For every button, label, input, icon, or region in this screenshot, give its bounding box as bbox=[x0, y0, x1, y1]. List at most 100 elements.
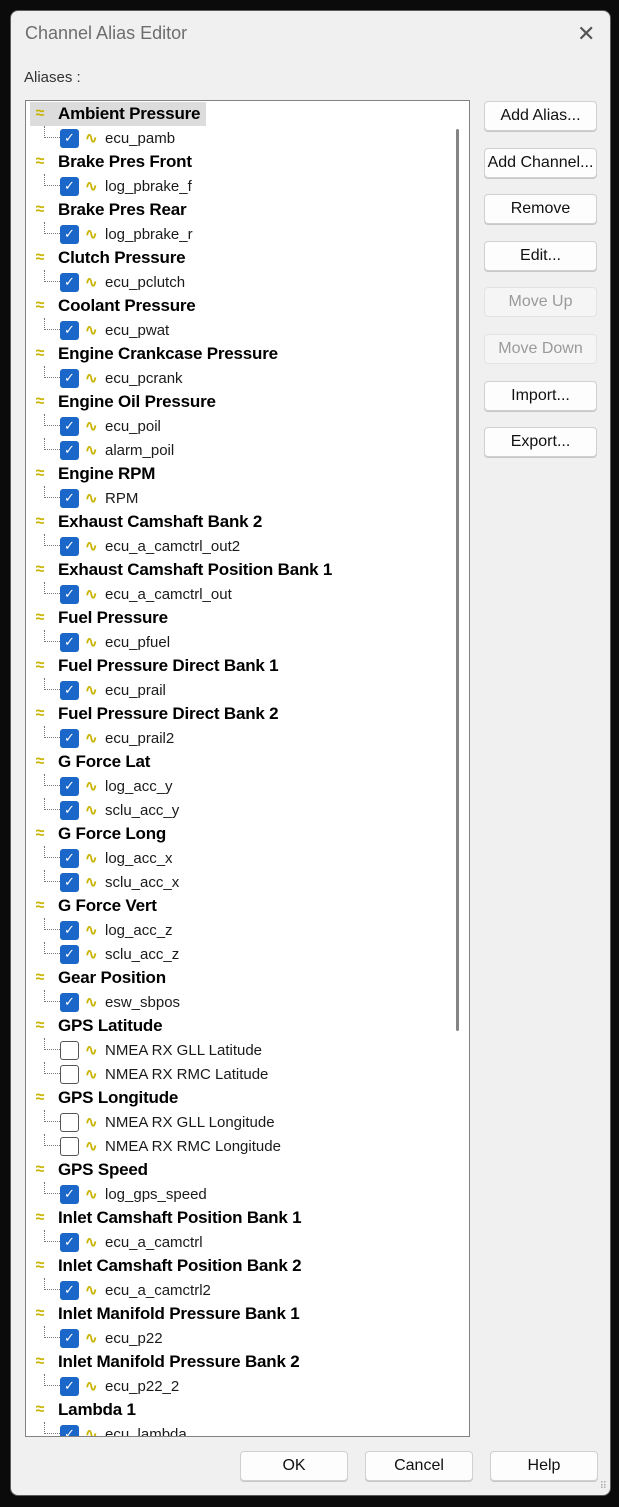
channel-checkbox[interactable]: ✓ bbox=[60, 1424, 79, 1436]
channel-checkbox[interactable]: ✓ bbox=[60, 680, 79, 700]
channel-checkbox[interactable]: ✓ bbox=[60, 320, 79, 340]
channel-item[interactable]: ✓ ∿ log_acc_x bbox=[44, 846, 173, 870]
alias-item[interactable]: ≈ Brake Pres Front bbox=[30, 150, 192, 174]
channel-item[interactable]: ✓ ∿ esw_sbpos bbox=[44, 990, 180, 1014]
channel-checkbox[interactable]: ✓ bbox=[60, 1328, 79, 1348]
channel-item[interactable]: ✓ ∿ log_pbrake_f bbox=[44, 174, 192, 198]
alias-item[interactable]: ≈ GPS Speed bbox=[30, 1158, 148, 1182]
channel-item[interactable]: ∿ NMEA RX RMC Longitude bbox=[44, 1134, 281, 1158]
alias-item[interactable]: ≈ Engine Oil Pressure bbox=[30, 390, 216, 414]
channel-item[interactable]: ∿ NMEA RX RMC Latitude bbox=[44, 1062, 268, 1086]
alias-item[interactable]: ≈ Inlet Manifold Pressure Bank 1 bbox=[30, 1302, 300, 1326]
channel-item[interactable]: ✓ ∿ ecu_pwat bbox=[44, 318, 169, 342]
alias-item[interactable]: ≈ Inlet Camshaft Position Bank 2 bbox=[30, 1254, 302, 1278]
channel-item[interactable]: ∿ NMEA RX GLL Latitude bbox=[44, 1038, 262, 1062]
channel-checkbox[interactable]: ✓ bbox=[60, 584, 79, 604]
channel-checkbox[interactable]: ✓ bbox=[60, 728, 79, 748]
channel-checkbox[interactable]: ✓ bbox=[60, 920, 79, 940]
channel-checkbox[interactable]: ✓ bbox=[60, 776, 79, 796]
channel-checkbox[interactable]: ✓ bbox=[60, 848, 79, 868]
alias-item[interactable]: ≈ GPS Longitude bbox=[30, 1086, 179, 1110]
alias-item[interactable]: ≈ Fuel Pressure Direct Bank 1 bbox=[30, 654, 279, 678]
channel-item[interactable]: ✓ ∿ RPM bbox=[44, 486, 138, 510]
alias-item[interactable]: ≈ Lambda 1 bbox=[30, 1398, 136, 1422]
alias-item[interactable]: ≈ Engine RPM bbox=[30, 462, 156, 486]
channel-checkbox[interactable]: ✓ bbox=[60, 176, 79, 196]
help-button[interactable]: Help bbox=[490, 1451, 598, 1481]
alias-item[interactable]: ≈ GPS Latitude bbox=[30, 1014, 163, 1038]
channel-item[interactable]: ✓ ∿ ecu_lambda bbox=[44, 1422, 187, 1436]
alias-item[interactable]: ≈ Gear Position bbox=[30, 966, 167, 990]
channel-checkbox[interactable] bbox=[60, 1064, 79, 1084]
channel-item[interactable]: ✓ ∿ log_pbrake_r bbox=[44, 222, 193, 246]
channel-item[interactable]: ✓ ∿ ecu_pamb bbox=[44, 126, 175, 150]
move-up-button[interactable]: Move Up bbox=[484, 287, 597, 318]
channel-item[interactable]: ✓ ∿ sclu_acc_z bbox=[44, 942, 179, 966]
alias-item[interactable]: ≈ Fuel Pressure bbox=[30, 606, 168, 630]
channel-item[interactable]: ∿ NMEA RX GLL Longitude bbox=[44, 1110, 275, 1134]
alias-item[interactable]: ≈ Brake Pres Rear bbox=[30, 198, 187, 222]
channel-item[interactable]: ✓ ∿ ecu_pfuel bbox=[44, 630, 170, 654]
channel-checkbox[interactable]: ✓ bbox=[60, 1184, 79, 1204]
channel-checkbox[interactable]: ✓ bbox=[60, 368, 79, 388]
channel-checkbox[interactable]: ✓ bbox=[60, 536, 79, 556]
alias-item[interactable]: ≈ G Force Vert bbox=[30, 894, 157, 918]
channel-item[interactable]: ✓ ∿ ecu_prail bbox=[44, 678, 166, 702]
channel-item[interactable]: ✓ ∿ ecu_pcrank bbox=[44, 366, 183, 390]
channel-checkbox[interactable]: ✓ bbox=[60, 128, 79, 148]
channel-item[interactable]: ✓ ∿ ecu_prail2 bbox=[44, 726, 174, 750]
resize-grip[interactable]: ⠿ bbox=[600, 1481, 607, 1492]
channel-checkbox[interactable]: ✓ bbox=[60, 944, 79, 964]
channel-checkbox[interactable]: ✓ bbox=[60, 800, 79, 820]
channel-checkbox[interactable]: ✓ bbox=[60, 632, 79, 652]
channel-checkbox[interactable] bbox=[60, 1112, 79, 1132]
ok-button[interactable]: OK bbox=[240, 1451, 348, 1481]
channel-item[interactable]: ✓ ∿ ecu_pclutch bbox=[44, 270, 185, 294]
channel-item[interactable]: ✓ ∿ sclu_acc_y bbox=[44, 798, 179, 822]
alias-item[interactable]: ≈ Inlet Camshaft Position Bank 1 bbox=[30, 1206, 302, 1230]
edit-button[interactable]: Edit... bbox=[484, 240, 597, 271]
alias-item[interactable]: ≈ Engine Crankcase Pressure bbox=[30, 342, 278, 366]
alias-item[interactable]: ≈ Inlet Manifold Pressure Bank 2 bbox=[30, 1350, 300, 1374]
channel-item[interactable]: ✓ ∿ log_acc_y bbox=[44, 774, 173, 798]
alias-item[interactable]: ≈ Coolant Pressure bbox=[30, 294, 196, 318]
remove-button[interactable]: Remove bbox=[484, 194, 597, 225]
alias-item[interactable]: ≈ Exhaust Camshaft Position Bank 1 bbox=[30, 558, 333, 582]
alias-item[interactable]: ≈ Clutch Pressure bbox=[30, 246, 186, 270]
channel-item[interactable]: ✓ ∿ ecu_a_camctrl bbox=[44, 1230, 203, 1254]
channel-checkbox[interactable]: ✓ bbox=[60, 1232, 79, 1252]
cancel-button[interactable]: Cancel bbox=[365, 1451, 473, 1481]
close-icon[interactable]: ✕ bbox=[577, 21, 595, 47]
channel-checkbox[interactable] bbox=[60, 1040, 79, 1060]
channel-item[interactable]: ✓ ∿ ecu_a_camctrl_out bbox=[44, 582, 232, 606]
channel-item[interactable]: ✓ ∿ sclu_acc_x bbox=[44, 870, 179, 894]
channel-item[interactable]: ✓ ∿ log_gps_speed bbox=[44, 1182, 207, 1206]
import-button[interactable]: Import... bbox=[484, 380, 597, 411]
add-alias-button[interactable]: Add Alias... bbox=[484, 101, 597, 131]
channel-item[interactable]: ✓ ∿ ecu_p22 bbox=[44, 1326, 163, 1350]
channel-checkbox[interactable]: ✓ bbox=[60, 224, 79, 244]
aliases-tree[interactable]: ≈ Ambient Pressure ✓ ∿ ecu_pamb ≈ Brake Pres F… bbox=[25, 100, 470, 1437]
channel-item[interactable]: ✓ ∿ alarm_poil bbox=[44, 438, 174, 462]
channel-item[interactable]: ✓ ∿ ecu_p22_2 bbox=[44, 1374, 179, 1398]
scrollbar[interactable] bbox=[456, 129, 459, 1031]
channel-item[interactable]: ✓ ∿ ecu_a_camctrl_out2 bbox=[44, 534, 240, 558]
export-button[interactable]: Export... bbox=[484, 427, 597, 458]
alias-item[interactable]: ≈ Fuel Pressure Direct Bank 2 bbox=[30, 702, 279, 726]
channel-checkbox[interactable]: ✓ bbox=[60, 440, 79, 460]
alias-item[interactable]: ≈ G Force Lat bbox=[30, 750, 151, 774]
add-channel-button[interactable]: Add Channel... bbox=[484, 147, 597, 178]
alias-item[interactable]: ≈ Ambient Pressure bbox=[30, 102, 207, 126]
channel-checkbox[interactable]: ✓ bbox=[60, 1280, 79, 1300]
move-down-button[interactable]: Move Down bbox=[484, 334, 597, 364]
alias-item[interactable]: ≈ G Force Long bbox=[30, 822, 167, 846]
channel-checkbox[interactable]: ✓ bbox=[60, 992, 79, 1012]
channel-item[interactable]: ✓ ∿ ecu_poil bbox=[44, 414, 161, 438]
channel-checkbox[interactable]: ✓ bbox=[60, 416, 79, 436]
channel-checkbox[interactable]: ✓ bbox=[60, 1376, 79, 1396]
channel-checkbox[interactable]: ✓ bbox=[60, 272, 79, 292]
channel-checkbox[interactable] bbox=[60, 1136, 79, 1156]
channel-item[interactable]: ✓ ∿ log_acc_z bbox=[44, 918, 173, 942]
channel-checkbox[interactable]: ✓ bbox=[60, 872, 79, 892]
channel-item[interactable]: ✓ ∿ ecu_a_camctrl2 bbox=[44, 1278, 211, 1302]
